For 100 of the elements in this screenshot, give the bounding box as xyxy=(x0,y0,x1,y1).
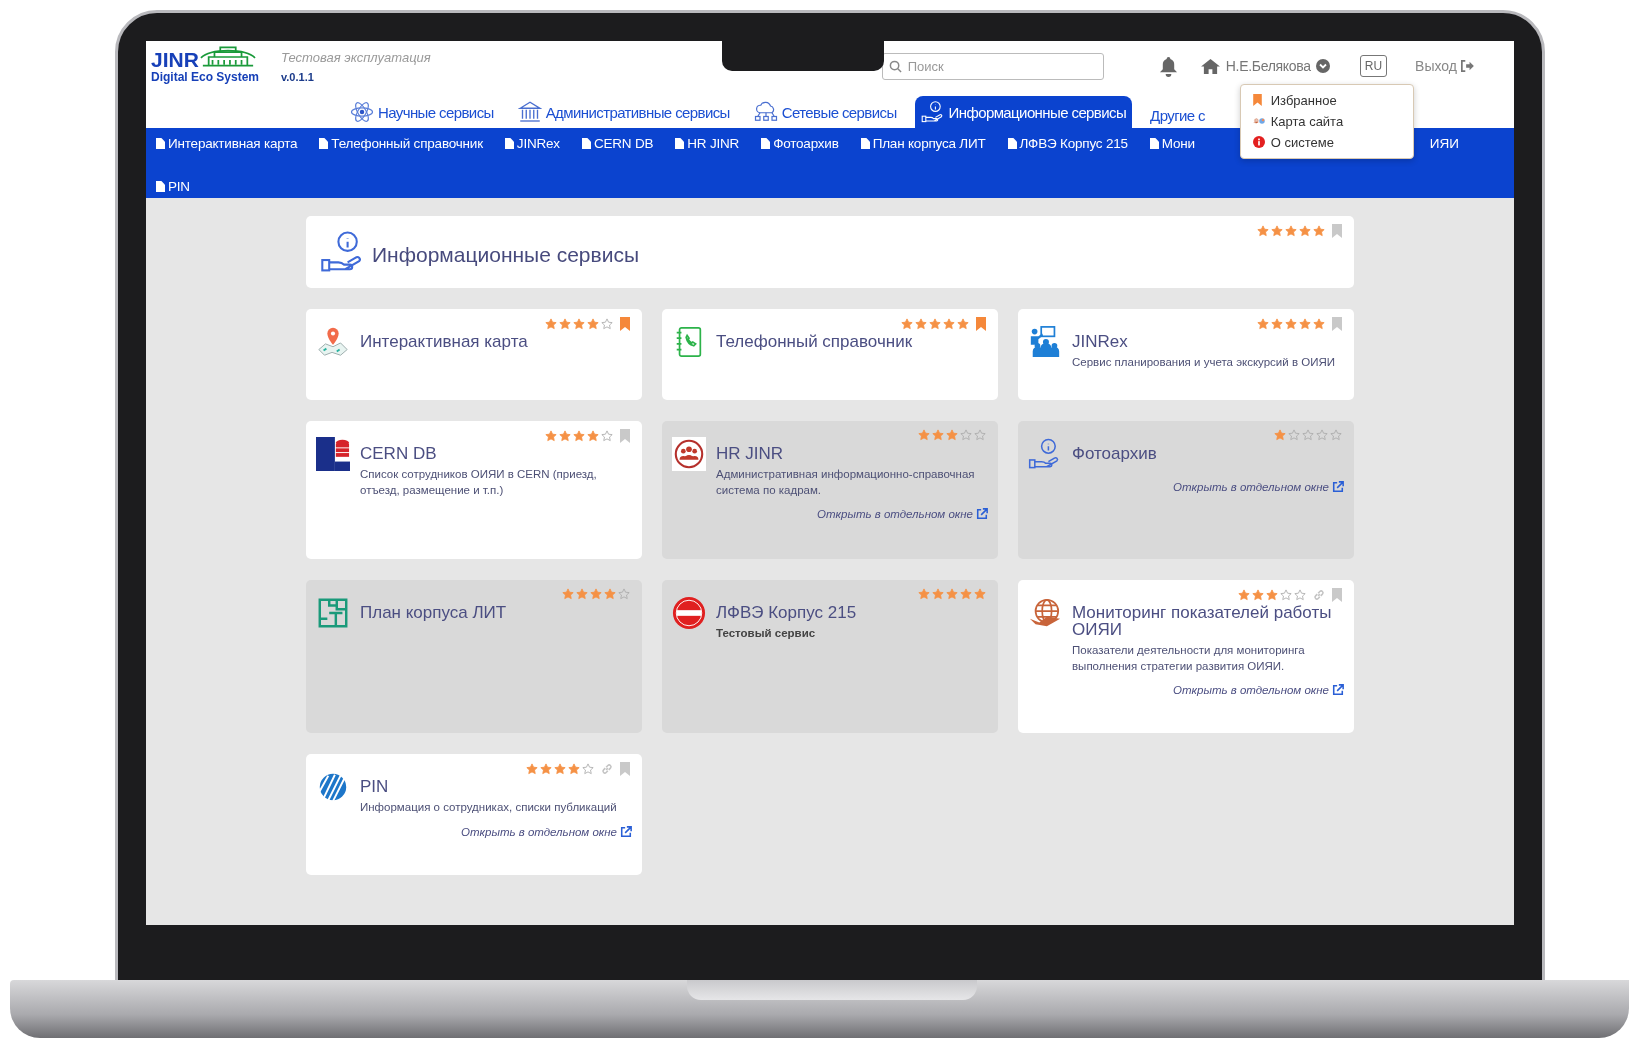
star-icon xyxy=(601,430,613,442)
sub-nav-link[interactable]: План корпуса ЛИТ xyxy=(860,136,986,151)
search-field[interactable]: Поиск xyxy=(881,52,1104,80)
star-rating[interactable] xyxy=(901,318,969,330)
bell-icon[interactable] xyxy=(1158,55,1178,77)
sub-nav-link[interactable]: ЛФВЭ Корпус 215 xyxy=(1007,136,1128,151)
open-in-new-window-link[interactable]: Открыть в отдельном окне xyxy=(1173,481,1344,493)
star-icon xyxy=(559,318,571,330)
star-rating[interactable] xyxy=(1257,318,1325,330)
star-icon xyxy=(943,318,955,330)
user-menu[interactable]: Н.Е.Белякова xyxy=(1225,58,1311,74)
star-icon xyxy=(587,430,599,442)
card-title[interactable]: HR JINR xyxy=(716,445,988,462)
language-button[interactable]: RU xyxy=(1359,55,1388,77)
star-icon xyxy=(1299,225,1311,237)
star-rating[interactable] xyxy=(1257,225,1325,237)
card-title[interactable]: Телефонный справочник xyxy=(716,333,913,350)
star-rating[interactable] xyxy=(1238,589,1306,601)
star-icon xyxy=(915,318,927,330)
bookmark-icon[interactable] xyxy=(1332,588,1342,602)
star-rating[interactable] xyxy=(918,429,986,441)
star-rating[interactable] xyxy=(545,430,613,442)
chevron-down-icon[interactable] xyxy=(1315,59,1330,73)
service-card[interactable]: План корпуса ЛИТ xyxy=(306,580,642,733)
card-title[interactable]: Интерактивная карта xyxy=(360,333,528,350)
nav-tab[interactable]: Сетевые сервисы xyxy=(747,96,903,128)
card-title[interactable]: JINRex xyxy=(1072,333,1335,350)
menu-item[interactable]: Карта сайта xyxy=(1270,113,1344,129)
bookmark-icon[interactable] xyxy=(620,762,630,776)
bookmark-icon[interactable] xyxy=(1332,317,1342,331)
star-icon xyxy=(1285,225,1297,237)
star-icon xyxy=(1271,318,1283,330)
menu-item[interactable]: О системе xyxy=(1270,134,1334,150)
menu-item[interactable]: Избранное xyxy=(1270,92,1337,108)
star-icon xyxy=(582,763,594,775)
star-icon xyxy=(918,588,930,600)
card-title[interactable]: PIN xyxy=(360,778,617,795)
service-card[interactable]: ЛФВЭ Корпус 215 Тестовый сервис xyxy=(662,580,998,733)
sub-nav-link[interactable]: PIN xyxy=(156,179,190,194)
star-rating[interactable] xyxy=(918,588,986,600)
star-icon xyxy=(946,429,958,441)
nav-tab[interactable]: Научные сервисы xyxy=(344,96,500,128)
bookmark-icon xyxy=(1252,94,1262,106)
card-title[interactable]: План корпуса ЛИТ xyxy=(360,604,507,621)
service-card[interactable]: JINRex Сервис планирования и учета экскурсий в ОИЯИ xyxy=(1018,309,1354,400)
bookmark-icon[interactable] xyxy=(620,429,630,443)
bookmark-icon[interactable] xyxy=(620,317,630,331)
bookmark-icon[interactable] xyxy=(976,317,986,331)
service-card[interactable]: Фотоархив Открыть в отдельном окне xyxy=(1018,421,1354,559)
atom-icon xyxy=(350,100,374,124)
service-card[interactable]: Телефонный справочник xyxy=(662,309,998,400)
star-icon xyxy=(1313,318,1325,330)
card-title[interactable]: Фотоархив xyxy=(1072,445,1157,462)
star-icon xyxy=(587,318,599,330)
star-icon xyxy=(1274,429,1286,441)
card-title[interactable]: Мониторинг показателей работы ОИЯИ xyxy=(1072,604,1344,638)
sub-nav-link[interactable]: CERN DB xyxy=(581,136,654,151)
bookmark-icon[interactable] xyxy=(1332,224,1342,238)
nav-tab[interactable]: Другие с xyxy=(1144,103,1211,128)
building-logo-icon xyxy=(198,44,257,70)
star-rating[interactable] xyxy=(1274,429,1342,441)
link-icon[interactable] xyxy=(601,763,613,775)
card-title[interactable]: CERN DB xyxy=(360,445,632,462)
star-rating[interactable] xyxy=(526,763,594,775)
star-icon xyxy=(1285,318,1297,330)
star-rating[interactable] xyxy=(562,588,630,600)
star-icon xyxy=(932,588,944,600)
home-icon[interactable] xyxy=(1199,57,1221,75)
star-icon xyxy=(1294,589,1306,601)
open-in-new-window-link[interactable]: Открыть в отдельном окне xyxy=(1173,684,1344,697)
sub-nav-link[interactable]: Мони xyxy=(1149,136,1195,151)
nav-tab[interactable]: Административные сервисы xyxy=(511,96,736,128)
card-description: Сервис планирования и учета экскурсий в ОИЯИ xyxy=(1072,355,1335,370)
service-card[interactable]: PIN Информация о сотрудниках, списки публикаций Открыть в отдельном окне xyxy=(306,754,642,875)
open-in-new-window-link[interactable]: Открыть в отдельном окне xyxy=(461,825,632,838)
nav-tab[interactable]: Информационные сервисы xyxy=(914,96,1133,128)
sub-nav-link[interactable]: Телефонный справочник xyxy=(319,136,483,151)
sub-nav-link[interactable]: Интерактивная карта xyxy=(156,136,298,151)
star-icon xyxy=(568,763,580,775)
link-icon[interactable] xyxy=(1313,589,1325,601)
star-rating[interactable] xyxy=(545,318,613,330)
sub-nav-link[interactable]: Фотоархив xyxy=(761,136,839,151)
service-card[interactable]: HR JINR Административная информационно-справочная система по кадрам. Открыть в отдельном окне xyxy=(662,421,998,559)
floor-plan-icon xyxy=(316,596,350,630)
star-icon xyxy=(1271,225,1283,237)
bank-icon xyxy=(517,100,542,124)
star-icon xyxy=(576,588,588,600)
star-icon xyxy=(1257,318,1269,330)
sub-nav-link[interactable]: JINRex xyxy=(504,136,560,151)
service-card[interactable]: CERN DB Список сотрудников ОИЯИ в CERN (приезд, отъезд, размещение и т.п.) xyxy=(306,421,642,559)
service-card[interactable]: Мониторинг показателей работы ОИЯИ Показатели деятельности для мониторинга выполнения стратегии развития ОИЯИ. Открыть в отдельном окне xyxy=(1018,580,1354,733)
star-icon xyxy=(974,588,986,600)
service-card[interactable]: Интерактивная карта xyxy=(306,309,642,400)
sub-nav-link[interactable]: HR JINR xyxy=(675,136,740,151)
star-icon xyxy=(1288,429,1300,441)
logout-link[interactable]: Выход xyxy=(1415,58,1474,74)
open-in-new-window-link[interactable]: Открыть в отдельном окне xyxy=(817,508,988,521)
card-title[interactable]: ЛФВЭ Корпус 215 xyxy=(716,604,857,621)
logo-title[interactable]: JINR xyxy=(151,49,199,70)
sub-nav-link[interactable]: ИЯИ xyxy=(1429,136,1459,151)
